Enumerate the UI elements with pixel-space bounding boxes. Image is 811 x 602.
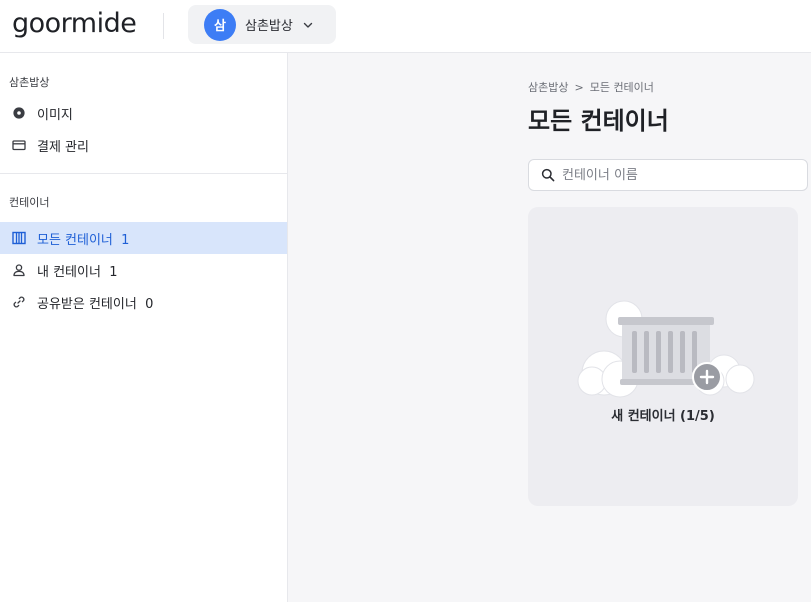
sidebar-item-all-containers[interactable]: 모든 컨테이너 1 bbox=[0, 222, 287, 254]
sidebar-section-containers: 컨테이너 bbox=[9, 196, 50, 209]
sidebar-item-label: 이미지 bbox=[37, 107, 73, 123]
workspace-name: 삼촌밥상 bbox=[245, 19, 293, 34]
breadcrumb-current: 모든 컨테이너 bbox=[589, 81, 654, 94]
container-count: 1 bbox=[109, 264, 118, 280]
disc-icon bbox=[13, 107, 25, 119]
sidebar: 삼촌밥상 이미지 결제 관리 컨테이너 모든 컨테이너 1 내 컨테이너 1 공… bbox=[0, 53, 288, 602]
workspace-switcher[interactable]: 삼 삼촌밥상 bbox=[188, 5, 336, 44]
user-icon bbox=[13, 264, 25, 277]
container-count: 0 bbox=[145, 296, 154, 312]
main-content: 삼촌밥상 > 모든 컨테이너 모든 컨테이너 컨테이너 이름 새 컨테이너 (1… bbox=[288, 53, 811, 602]
card-icon bbox=[12, 140, 26, 151]
header-divider bbox=[163, 13, 164, 39]
sidebar-item-my-containers[interactable]: 내 컨테이너 1 bbox=[0, 254, 287, 286]
goormide-logo[interactable]: goormide bbox=[12, 8, 137, 39]
container-icon bbox=[12, 231, 26, 245]
sidebar-item-shared-containers[interactable]: 공유받은 컨테이너 0 bbox=[0, 286, 287, 318]
sidebar-item-label: 공유받은 컨테이너 0 bbox=[37, 296, 154, 312]
sidebar-item-images[interactable]: 이미지 bbox=[0, 97, 287, 129]
chevron-down-icon bbox=[303, 22, 313, 28]
search-input[interactable] bbox=[562, 167, 792, 183]
link-icon bbox=[13, 296, 25, 308]
sidebar-item-label: 내 컨테이너 1 bbox=[37, 264, 118, 280]
breadcrumb-workspace[interactable]: 삼촌밥상 bbox=[528, 79, 568, 95]
workspace-avatar: 삼 bbox=[204, 8, 236, 41]
search-box[interactable] bbox=[528, 159, 808, 191]
new-container-card[interactable]: 새 컨테이너 (1/5) bbox=[528, 207, 798, 506]
sidebar-divider bbox=[0, 173, 287, 174]
sidebar-section-workspace: 삼촌밥상 bbox=[9, 76, 50, 89]
page-title: 모든 컨테이너 bbox=[528, 107, 669, 135]
breadcrumb: 삼촌밥상 > 모든 컨테이너 bbox=[528, 79, 654, 95]
search-icon bbox=[541, 168, 555, 182]
container-cloud-illustration bbox=[577, 300, 755, 398]
sidebar-item-label: 모든 컨테이너 1 bbox=[37, 232, 130, 248]
top-header: goormide 삼 삼촌밥상 bbox=[0, 0, 811, 53]
breadcrumb-separator: > bbox=[574, 80, 584, 94]
new-container-label: 새 컨테이너 (1/5) bbox=[611, 409, 715, 424]
container-count: 1 bbox=[121, 232, 130, 248]
sidebar-item-label: 결제 관리 bbox=[37, 139, 89, 155]
sidebar-item-billing[interactable]: 결제 관리 bbox=[0, 129, 287, 161]
